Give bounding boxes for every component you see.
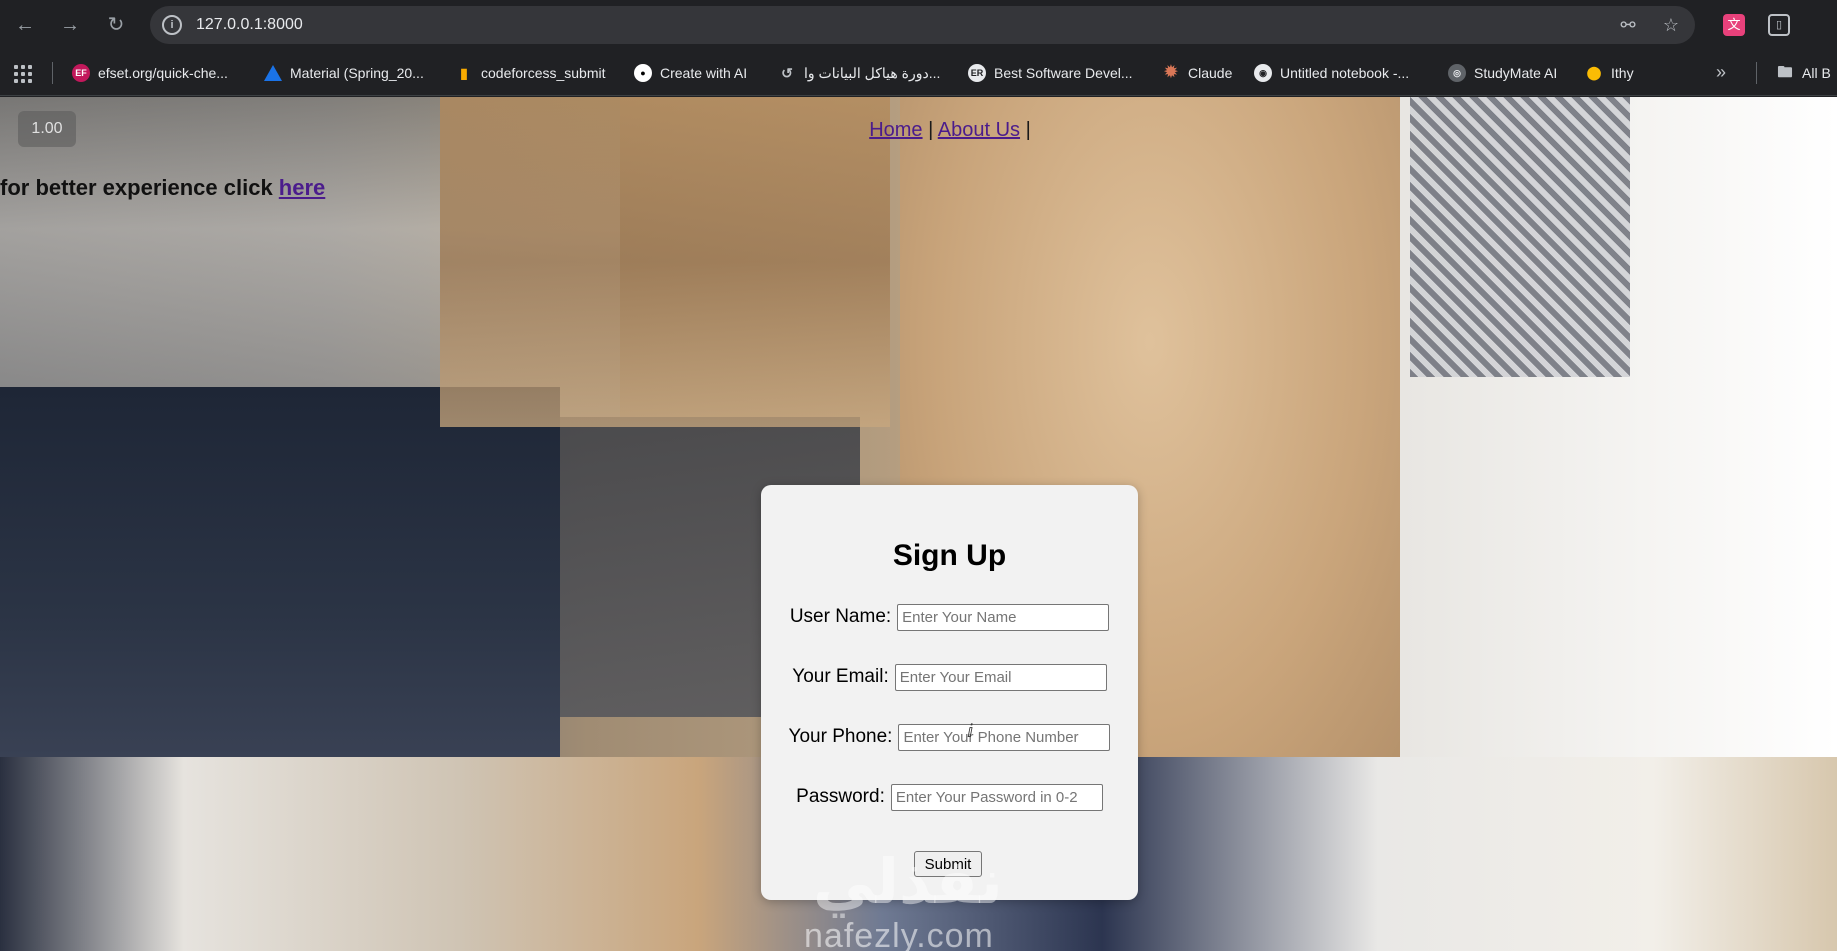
notebook-icon: ◉ — [1254, 64, 1272, 82]
phone-row: Your Phone: — [761, 723, 1138, 751]
bookmarks-bar: EF efset.org/quick-che... Material (Spri… — [0, 50, 1837, 96]
bookmark-claude[interactable]: ✹ Claude — [1162, 62, 1232, 84]
chart-icon: ▮ — [460, 65, 468, 81]
nav-separator: | — [1020, 119, 1031, 141]
username-input[interactable] — [897, 603, 1110, 631]
bookmark-label: Claude — [1188, 65, 1233, 81]
bookmarks-divider-right — [1756, 62, 1757, 84]
url-text[interactable]: 127.0.0.1:8000 — [196, 16, 303, 34]
globe-icon: ◎ — [1448, 64, 1466, 82]
bookmark-create-with-ai[interactable]: ● Create with AI — [634, 62, 747, 84]
watermark-logo-arabic: نفذلي — [813, 845, 1003, 918]
site-info-icon[interactable]: i — [162, 15, 182, 35]
bookmark-label: All B — [1802, 65, 1831, 81]
refresh-icon: ↺ — [781, 65, 793, 81]
password-key-icon[interactable]: ⚯ — [1617, 14, 1639, 36]
address-bar[interactable]: i 127.0.0.1:8000 ⚯ ☆ — [150, 6, 1695, 44]
bookmark-studymate[interactable]: ◎ StudyMate AI — [1448, 62, 1557, 84]
bookmark-all-bookmarks[interactable]: 🖿 All B — [1776, 62, 1831, 84]
email-label: Your Email: — [792, 666, 889, 687]
email-row: Your Email: — [761, 663, 1138, 691]
bookmark-untitled-notebook[interactable]: ◉ Untitled notebook -... — [1254, 62, 1409, 84]
about-us-link[interactable]: About Us — [938, 119, 1020, 141]
bookmark-best-software[interactable]: ER Best Software Devel... — [968, 62, 1133, 84]
password-label: Password: — [796, 786, 885, 807]
ithy-icon: ⬤ — [1586, 65, 1602, 80]
back-arrow-icon[interactable]: ← — [12, 12, 38, 38]
bookmark-label: Best Software Devel... — [994, 65, 1133, 81]
password-row: Password: — [761, 783, 1138, 811]
home-link[interactable]: Home — [869, 119, 922, 141]
bookmark-label: efset.org/quick-che... — [98, 65, 228, 81]
reload-icon[interactable]: ↻ — [103, 12, 129, 38]
promo-text: for better experience click here — [0, 175, 325, 201]
robot-icon: ● — [634, 64, 652, 82]
translate-extension-icon[interactable]: 文 — [1723, 14, 1745, 36]
password-input[interactable] — [890, 783, 1103, 811]
ef-icon: EF — [72, 64, 90, 82]
browser-toolbar: ← → ↻ i 127.0.0.1:8000 ⚯ ☆ 文 ▯ — [0, 0, 1837, 50]
claude-icon: ✹ — [1164, 64, 1178, 81]
more-bookmarks-chevron-icon[interactable]: » — [1716, 62, 1726, 83]
signup-card: Sign Up User Name: Your Email: Your Phon… — [761, 485, 1138, 900]
text-cursor-icon: ⅈ — [967, 721, 974, 741]
page-viewport: 1.00 Home | About Us | for better experi… — [0, 97, 1837, 951]
bookmark-label: StudyMate AI — [1474, 65, 1558, 81]
promo-label: for better experience click — [0, 175, 279, 200]
signup-title: Sign Up — [892, 539, 1007, 572]
bookmark-label: Untitled notebook -... — [1280, 65, 1410, 81]
apps-grid-icon[interactable] — [12, 63, 32, 83]
bookmark-arabic-course[interactable]: ↺ دورة هياكل البيانات وا... — [778, 62, 940, 84]
extensions-puzzle-icon[interactable]: ▯ — [1768, 14, 1790, 36]
watermark-text: nafezly.com — [804, 917, 994, 951]
er-icon: ER — [968, 64, 986, 82]
bookmark-material[interactable]: Material (Spring_20... — [264, 62, 424, 84]
bookmark-label: Material (Spring_20... — [290, 65, 424, 81]
bookmark-label: دورة هياكل البيانات وا... — [804, 64, 941, 81]
top-navigation: Home | About Us | — [0, 119, 1837, 142]
bookmark-label: Ithy — [1611, 65, 1634, 81]
phone-input[interactable] — [898, 723, 1111, 751]
phone-label: Your Phone: — [788, 726, 893, 747]
folder-icon: 🖿 — [1777, 64, 1793, 81]
promo-here-link[interactable]: here — [279, 175, 325, 200]
bookmark-ithy[interactable]: ⬤ Ithy — [1585, 62, 1634, 84]
bookmarks-divider — [52, 62, 53, 84]
bookmark-codeforcess[interactable]: ▮ codeforcess_submit — [455, 62, 606, 84]
username-row: User Name: — [761, 603, 1138, 631]
nav-separator: | — [922, 119, 938, 141]
drive-icon — [264, 65, 282, 81]
forward-arrow-icon[interactable]: → — [57, 12, 83, 38]
bookmark-label: Create with AI — [660, 65, 748, 81]
bookmark-efset[interactable]: EF efset.org/quick-che... — [72, 62, 228, 84]
username-label: User Name: — [789, 606, 892, 627]
bookmark-label: codeforcess_submit — [481, 65, 606, 81]
star-bookmark-icon[interactable]: ☆ — [1660, 14, 1682, 36]
email-input[interactable] — [894, 663, 1107, 691]
